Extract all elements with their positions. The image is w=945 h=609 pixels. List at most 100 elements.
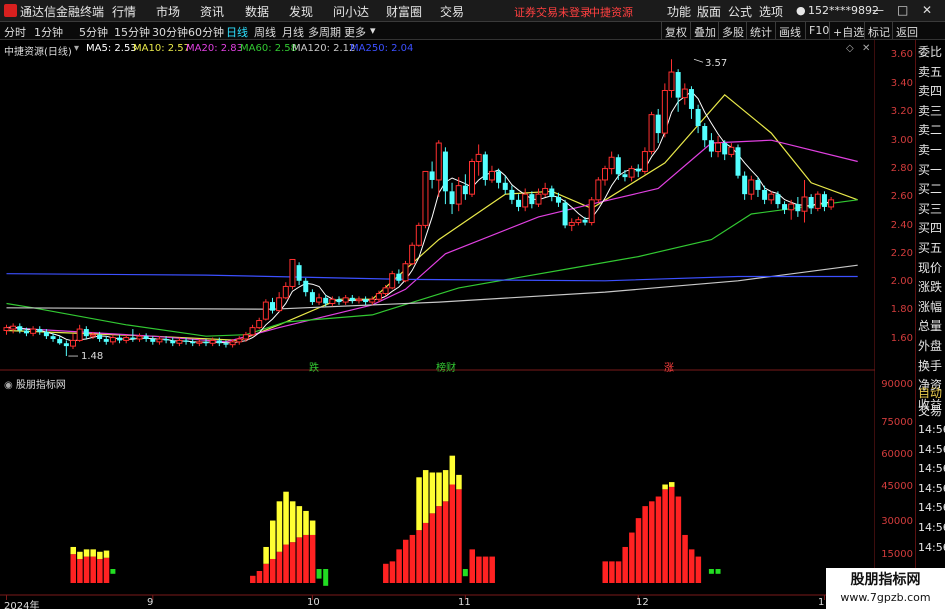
volume-bar-yellow bbox=[669, 482, 675, 487]
volume-bar-red bbox=[250, 575, 256, 583]
candle-body bbox=[595, 179, 602, 201]
candle bbox=[742, 171, 748, 200]
candle bbox=[628, 165, 635, 182]
candle bbox=[562, 199, 568, 229]
candle-body bbox=[209, 339, 216, 344]
chart-settings-icon[interactable]: ◇ bbox=[846, 43, 854, 54]
menu-item-data[interactable]: 数据 bbox=[245, 3, 269, 20]
quote-field-label: 买二 bbox=[918, 182, 943, 197]
candle bbox=[276, 292, 283, 313]
volume-bar-red bbox=[309, 534, 316, 583]
minimize-icon[interactable]: — bbox=[872, 3, 884, 17]
volume-bar-yellow bbox=[83, 549, 90, 557]
trade-label[interactable]: 交易 bbox=[918, 401, 942, 421]
user-account[interactable]: 152****9892 bbox=[808, 4, 879, 17]
menu-item-quotes[interactable]: 行情 bbox=[112, 3, 136, 20]
volume-bar-red bbox=[77, 558, 83, 583]
mark-button[interactable]: 标记 bbox=[864, 22, 893, 39]
tick-time: 14:56 bbox=[918, 442, 945, 456]
period-more[interactable]: 更多 bbox=[344, 24, 366, 40]
volume-bar-green bbox=[462, 569, 468, 577]
maximize-icon[interactable]: □ bbox=[897, 3, 908, 17]
draw-line-button[interactable]: 画线 bbox=[775, 22, 804, 39]
period-multi[interactable]: 多周期 bbox=[308, 24, 341, 40]
menu-item-news[interactable]: 资讯 bbox=[200, 3, 224, 20]
period-60min[interactable]: 60分钟 bbox=[188, 24, 224, 40]
menu-item-trade[interactable]: 交易 bbox=[440, 3, 464, 20]
close-icon[interactable]: ✕ bbox=[922, 3, 932, 17]
candle bbox=[442, 147, 448, 205]
candle bbox=[415, 222, 422, 247]
quote-field-label: 换手 bbox=[918, 358, 943, 373]
menu-item-discover[interactable]: 发现 bbox=[289, 3, 313, 20]
add-watchlist-button[interactable]: +自选 bbox=[829, 22, 867, 39]
statistics-button[interactable]: 统计 bbox=[746, 22, 775, 39]
period-weekly[interactable]: 周线 bbox=[254, 24, 276, 40]
menu-item-market[interactable]: 市场 bbox=[156, 3, 180, 20]
volume-bar-yellow bbox=[456, 474, 462, 490]
candle bbox=[316, 293, 323, 305]
auto-label[interactable]: 自动 bbox=[918, 383, 942, 403]
candle-body bbox=[355, 298, 362, 302]
menu-item-assistant[interactable]: 问小达 bbox=[333, 3, 369, 20]
period-monthly[interactable]: 月线 bbox=[282, 24, 304, 40]
kline-chart[interactable] bbox=[0, 40, 875, 609]
candle-body bbox=[695, 108, 701, 126]
event-marker-finance[interactable]: 榜财 bbox=[436, 359, 456, 374]
period-1min[interactable]: 1分钟 bbox=[34, 24, 63, 40]
volume-bar-red bbox=[675, 496, 682, 583]
quote-field-label: 买四 bbox=[918, 221, 943, 236]
candle-body bbox=[363, 299, 369, 303]
menu-item-options[interactable]: 选项 bbox=[759, 3, 783, 20]
multi-stock-button[interactable]: 多股 bbox=[718, 22, 747, 39]
quote-field-label: 买三 bbox=[918, 201, 943, 216]
tick-time: 14:56 bbox=[918, 481, 945, 495]
overlay-button[interactable]: 叠加 bbox=[690, 22, 719, 39]
period-15min[interactable]: 15分钟 bbox=[114, 24, 150, 40]
period-daily[interactable]: 日线 bbox=[226, 24, 248, 40]
event-marker-drop[interactable]: 跌 bbox=[309, 359, 319, 374]
candle bbox=[342, 294, 349, 305]
indicator-panel-title[interactable]: ◉ 股朋指标网 bbox=[4, 376, 66, 391]
restore-rights-button[interactable]: 复权 bbox=[661, 22, 690, 39]
menu-item-layout[interactable]: 版面 bbox=[697, 3, 721, 20]
event-marker-rise[interactable]: 涨 bbox=[664, 359, 674, 374]
volume-bar-red bbox=[103, 557, 110, 583]
period-intraday[interactable]: 分时 bbox=[4, 24, 26, 40]
volume-bar-red bbox=[669, 486, 675, 583]
candle-body bbox=[648, 114, 655, 153]
candle bbox=[123, 334, 130, 344]
volume-bar-red bbox=[629, 532, 635, 583]
period-30min[interactable]: 30分钟 bbox=[152, 24, 188, 40]
candle-body bbox=[708, 140, 714, 152]
menu-item-formula[interactable]: 公式 bbox=[728, 3, 752, 20]
candle bbox=[755, 177, 761, 197]
period-5min[interactable]: 5分钟 bbox=[79, 24, 108, 40]
volume-bar-green bbox=[708, 569, 714, 574]
candle bbox=[482, 151, 488, 186]
back-button[interactable]: 返回 bbox=[892, 22, 921, 39]
volume-bar-yellow bbox=[90, 549, 96, 557]
candle-body bbox=[655, 114, 661, 134]
candle-body bbox=[37, 329, 43, 332]
user-icon[interactable]: ● bbox=[796, 4, 806, 17]
candle-body bbox=[568, 222, 575, 226]
price-tick: 3.00 bbox=[890, 135, 913, 146]
menu-item-function[interactable]: 功能 bbox=[667, 3, 691, 20]
volume-bar-red bbox=[416, 530, 422, 583]
candle bbox=[575, 216, 582, 226]
candle-body bbox=[429, 171, 435, 180]
close-chart-icon[interactable]: ✕ bbox=[862, 43, 870, 54]
candle bbox=[462, 174, 468, 200]
login-notice[interactable]: 证券交易未登录 bbox=[514, 4, 591, 20]
candle bbox=[568, 218, 575, 232]
more-chevron-icon[interactable]: ▾ bbox=[370, 24, 376, 37]
candle-body bbox=[109, 337, 116, 343]
candle bbox=[588, 197, 595, 226]
price-tick: 2.40 bbox=[890, 220, 913, 231]
menu-item-wealth-circle[interactable]: 财富圈 bbox=[386, 3, 422, 20]
candle bbox=[595, 177, 602, 203]
candle-body bbox=[282, 285, 289, 299]
volume-bar-green bbox=[316, 569, 322, 579]
legend-collapse-icon[interactable]: ▾ bbox=[74, 43, 79, 54]
